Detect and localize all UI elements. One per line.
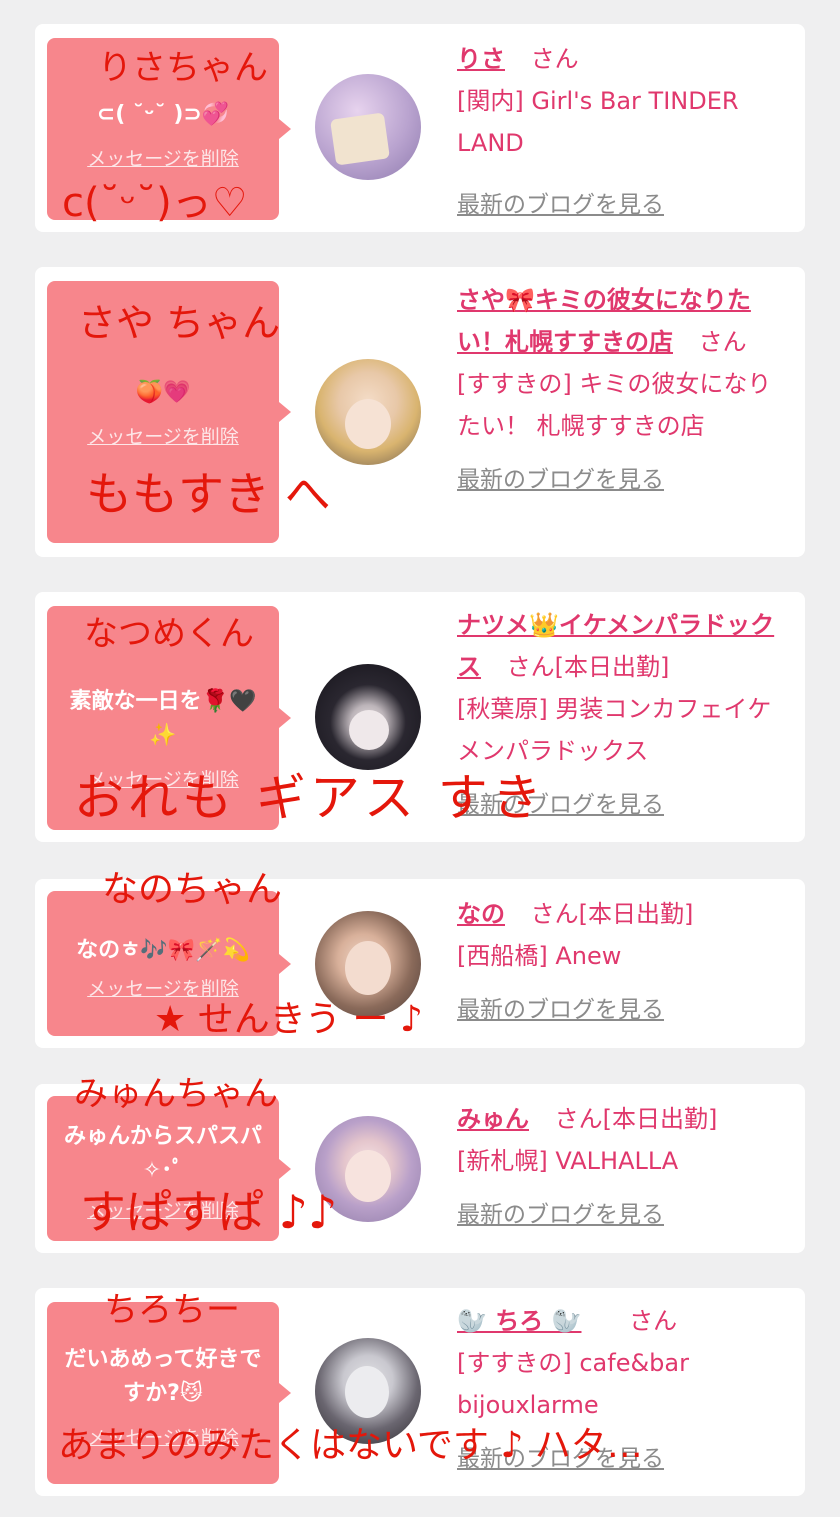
delete-message-link[interactable]: メッセージを削除 xyxy=(87,1196,239,1223)
cast-info: ナツメ👑イケメンパラドックス さん[本日出勤] [秋葉原] 男装コンカフェイケメ… xyxy=(457,604,792,826)
delete-message-link[interactable]: メッセージを削除 xyxy=(87,144,239,171)
message-bubble: 🍑💗 メッセージを削除 xyxy=(47,281,291,543)
honorific: さん xyxy=(698,328,747,356)
avatar[interactable] xyxy=(315,359,421,465)
message-bubble: みゅんからスパスパ✧･ﾟ メッセージを削除 xyxy=(47,1096,291,1241)
honorific: さん xyxy=(629,1307,678,1335)
message-card: みゅんからスパスパ✧･ﾟ メッセージを削除 みゅん さん[本日出勤] [新札幌]… xyxy=(35,1084,805,1253)
message-card: なのㅎ🎶🎀🪄💫 メッセージを削除 なの さん[本日出勤] [西船橋] Anew … xyxy=(35,879,805,1048)
avatar-photo-detail xyxy=(345,941,391,995)
working-today-badge: [本日出勤] xyxy=(554,653,670,681)
latest-blog-link[interactable]: 最新のブログを見る xyxy=(457,1194,792,1236)
avatar-photo-detail xyxy=(349,710,389,750)
cast-info: さや🎀キミの彼女になりたい！札幌すすきの店 さん [すすきの] キミの彼女になり… xyxy=(457,279,792,501)
message-text: なのㅎ🎶🎀🪄💫 xyxy=(76,938,250,963)
cast-info: りさ さん [関内] Girl's Bar TINDER LAND 最新のブログ… xyxy=(457,38,792,226)
shop-name: [すすきの] キミの彼女になりたい！ 札幌すすきの店 xyxy=(457,370,772,440)
shop-name: [西船橋] Anew xyxy=(457,942,622,970)
cast-info: なの さん[本日出勤] [西船橋] Anew 最新のブログを見る xyxy=(457,893,792,1031)
delete-message-link[interactable]: メッセージを削除 xyxy=(87,765,239,792)
message-bubble: 素敵な一日を🌹🖤 ✨ メッセージを削除 xyxy=(47,606,291,830)
cast-name-link[interactable]: なの xyxy=(457,900,505,928)
avatar[interactable] xyxy=(315,911,421,1017)
shop-name: [すすきの] cafe&bar bijouxlarme xyxy=(457,1349,689,1419)
avatar[interactable] xyxy=(315,1338,421,1444)
delete-message-link[interactable]: メッセージを削除 xyxy=(87,422,239,449)
message-card: 🍑💗 メッセージを削除 さや🎀キミの彼女になりたい！札幌すすきの店 さん [すす… xyxy=(35,267,805,557)
message-bubble: なのㅎ🎶🎀🪄💫 メッセージを削除 xyxy=(47,891,291,1036)
avatar-photo-detail xyxy=(345,1366,389,1418)
cast-name-link[interactable]: みゅん xyxy=(457,1105,529,1133)
message-text: みゅんからスパスパ✧･ﾟ xyxy=(63,1124,262,1183)
honorific: さん xyxy=(506,653,555,681)
latest-blog-link[interactable]: 最新のブログを見る xyxy=(457,1438,792,1480)
avatar[interactable] xyxy=(315,1116,421,1222)
delete-message-link[interactable]: メッセージを削除 xyxy=(87,1423,239,1450)
message-text: 素敵な一日を🌹🖤 ✨ xyxy=(69,688,257,748)
avatar-photo-detail xyxy=(330,112,390,166)
latest-blog-link[interactable]: 最新のブログを見る xyxy=(457,989,792,1031)
message-bubble: ⊂( ˘ᵕ˘ )⊃💞 メッセージを削除 xyxy=(47,38,291,220)
latest-blog-link[interactable]: 最新のブログを見る xyxy=(457,459,792,501)
avatar[interactable] xyxy=(315,74,421,180)
cast-name-link[interactable]: りさ xyxy=(457,45,505,73)
honorific: さん xyxy=(530,45,579,73)
cast-info: みゅん さん[本日出勤] [新札幌] VALHALLA 最新のブログを見る xyxy=(457,1098,792,1236)
avatar-photo-detail xyxy=(345,1150,391,1202)
shop-name: [秋葉原] 男装コンカフェイケメンパラドックス xyxy=(457,695,772,765)
message-text: 🍑💗 xyxy=(135,379,191,405)
delete-message-link[interactable]: メッセージを削除 xyxy=(87,974,239,1001)
latest-blog-link[interactable]: 最新のブログを見る xyxy=(457,184,792,226)
cast-name-link[interactable]: 🦭 ちろ 🦭 xyxy=(457,1307,581,1335)
avatar[interactable] xyxy=(315,664,421,770)
shop-name: [新札幌] VALHALLA xyxy=(457,1147,679,1175)
message-text: だいあめって好きですか?😼 xyxy=(64,1346,262,1406)
message-bubble: だいあめって好きですか?😼 メッセージを削除 xyxy=(47,1302,291,1484)
working-today-badge: [本日出勤] xyxy=(602,1105,718,1133)
shop-name: [関内] Girl's Bar TINDER LAND xyxy=(457,87,739,157)
message-card: だいあめって好きですか?😼 メッセージを削除 🦭 ちろ 🦭 さん [すすきの] … xyxy=(35,1288,805,1496)
honorific: さん xyxy=(554,1105,603,1133)
latest-blog-link[interactable]: 最新のブログを見る xyxy=(457,784,792,826)
message-card: ⊂( ˘ᵕ˘ )⊃💞 メッセージを削除 りさ さん [関内] Girl's Ba… xyxy=(35,24,805,232)
working-today-badge: [本日出勤] xyxy=(578,900,694,928)
message-card: 素敵な一日を🌹🖤 ✨ メッセージを削除 ナツメ👑イケメンパラドックス さん[本日… xyxy=(35,592,805,842)
cast-info: 🦭 ちろ 🦭 さん [すすきの] cafe&bar bijouxlarme 最新… xyxy=(457,1300,792,1480)
honorific: さん xyxy=(530,900,579,928)
message-text: ⊂( ˘ᵕ˘ )⊃💞 xyxy=(96,101,230,127)
avatar-photo-detail xyxy=(345,399,391,449)
